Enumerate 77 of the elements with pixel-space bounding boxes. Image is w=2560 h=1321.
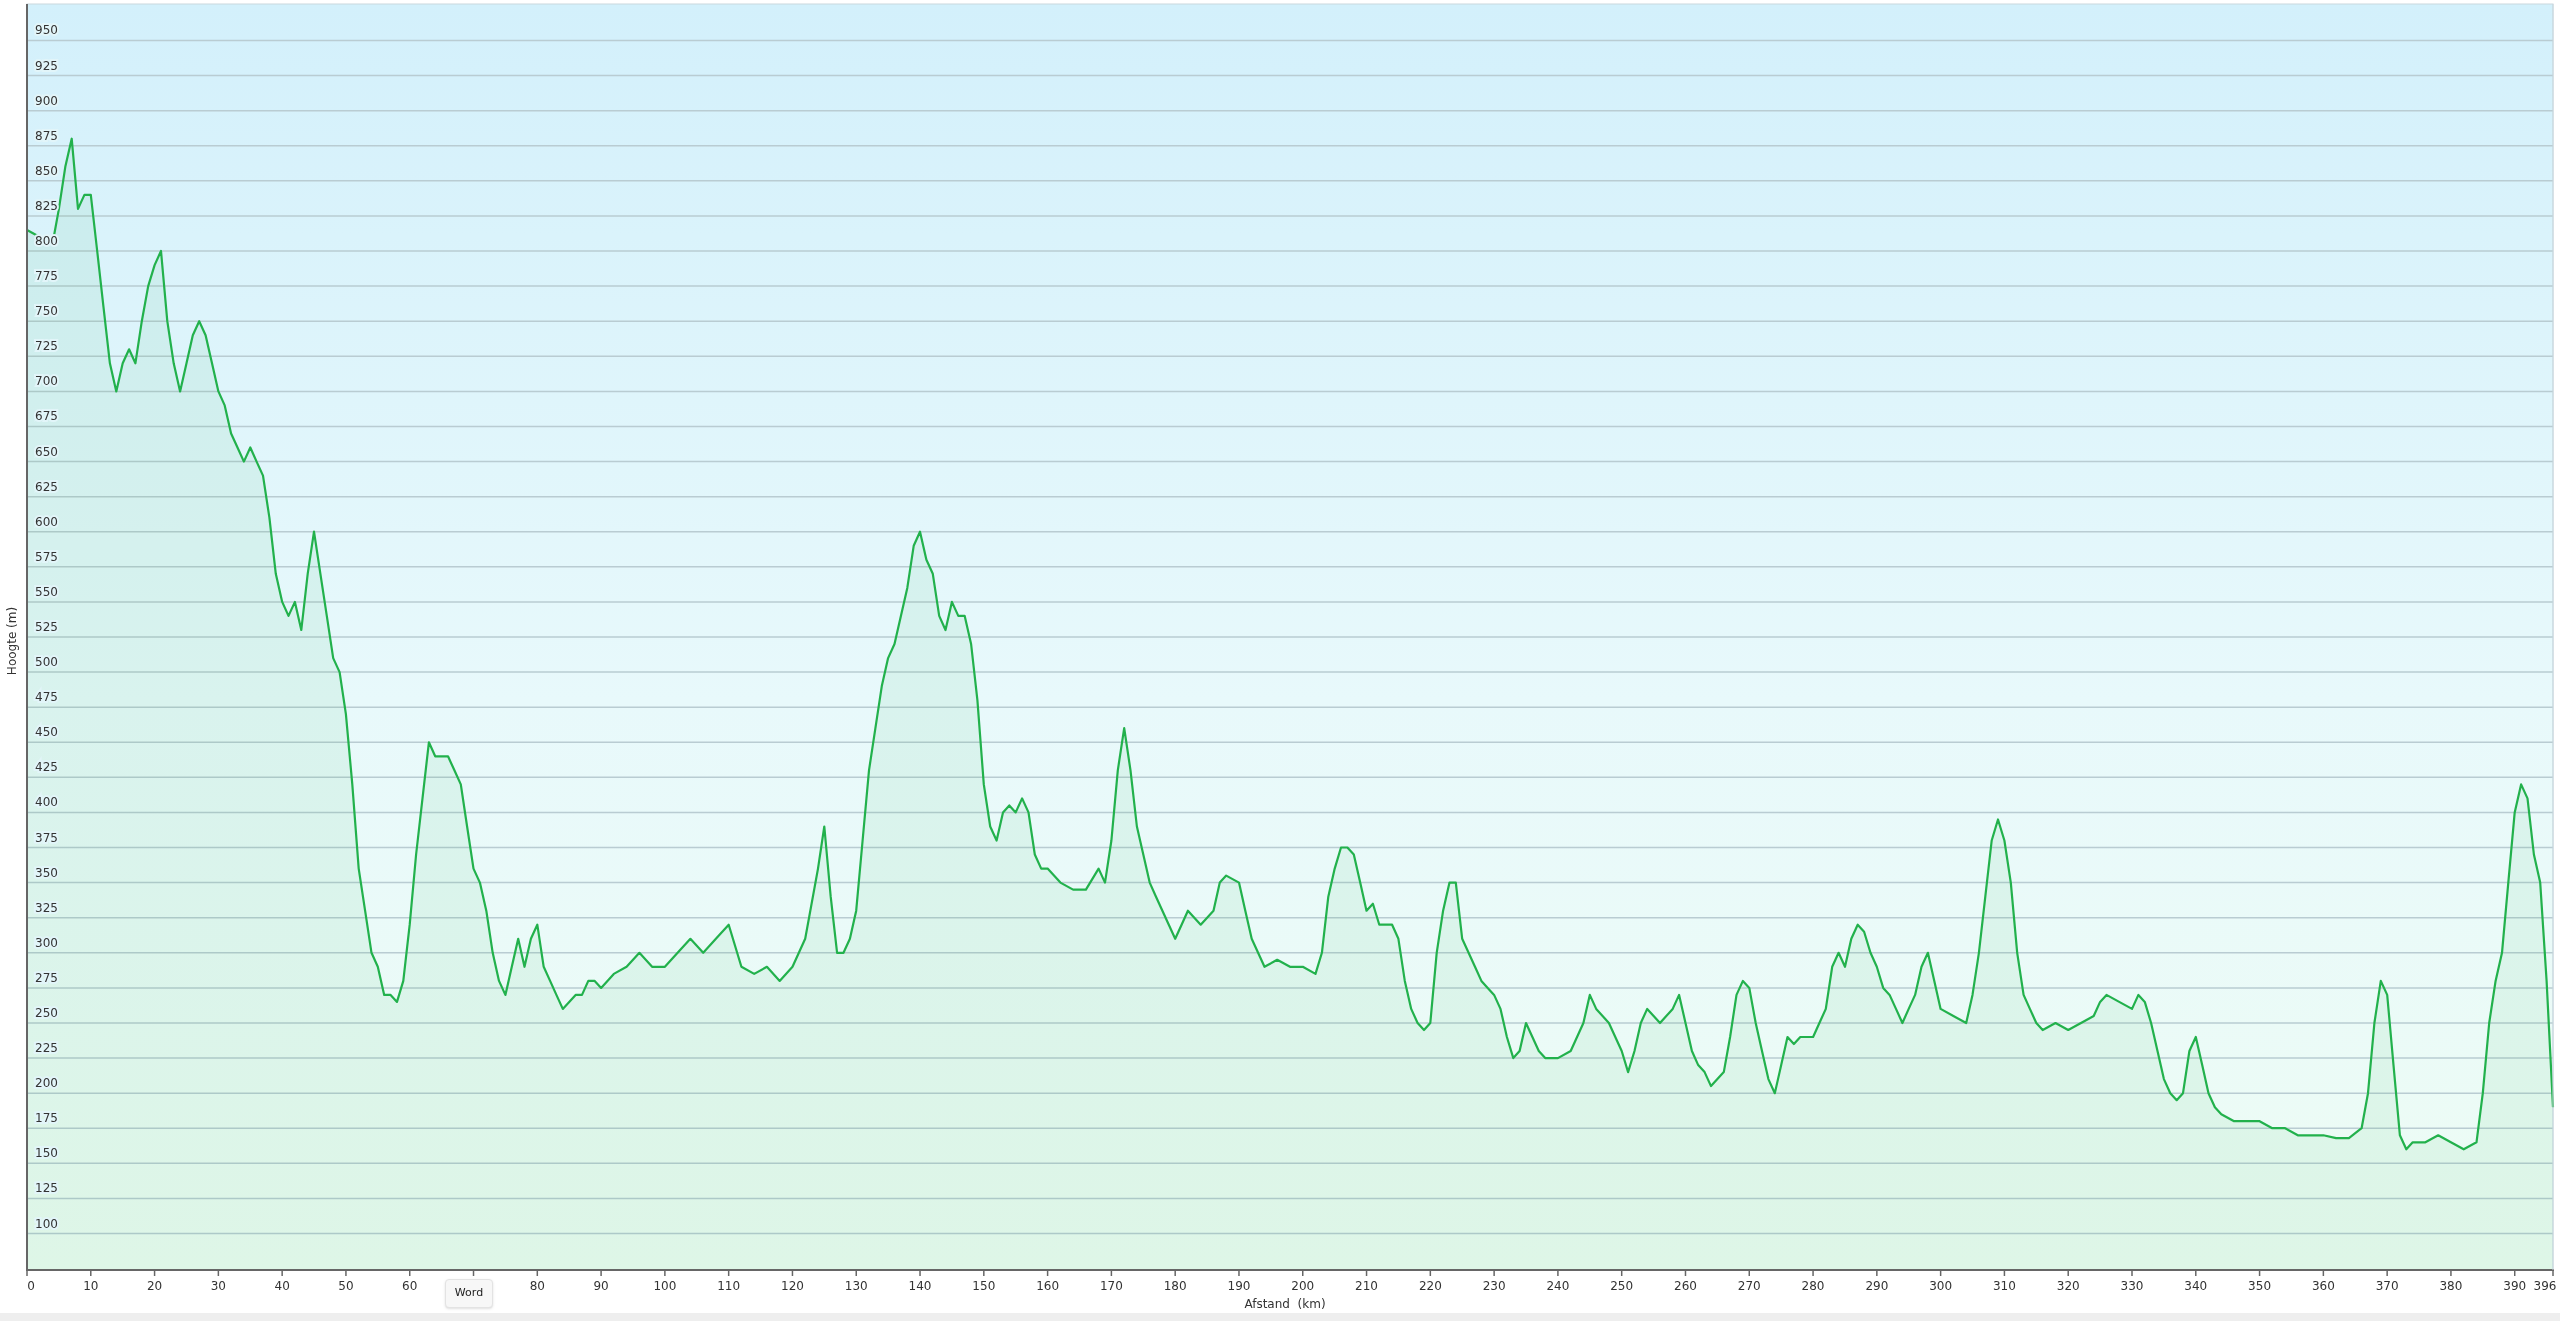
- x-tick-label: 60: [402, 1279, 418, 1293]
- x-tick-label: 330: [2120, 1279, 2144, 1293]
- y-tick-label: 275: [35, 970, 58, 985]
- y-tick-label: 150: [35, 1146, 58, 1161]
- x-tick-label: 210: [1355, 1279, 1378, 1293]
- y-tick-label: 925: [35, 58, 58, 73]
- y-tick-label: 600: [35, 514, 58, 529]
- x-tick-label: 320: [2056, 1279, 2080, 1293]
- x-tick-label: 340: [2184, 1279, 2208, 1293]
- x-tick-label: 0: [27, 1279, 35, 1293]
- x-tick-label: 220: [1418, 1279, 1442, 1293]
- x-tick-label: 150: [972, 1279, 996, 1293]
- y-tick-label: 450: [35, 725, 58, 740]
- x-tick-label: 380: [2439, 1279, 2463, 1293]
- x-tick-label: 310: [1992, 1279, 2016, 1293]
- y-tick-label: 200: [35, 1076, 58, 1091]
- y-tick-label: 525: [35, 620, 58, 634]
- y-tick-label: 175: [35, 1111, 58, 1126]
- x-tick-label: 20: [146, 1279, 163, 1293]
- x-tick-label: 350: [2248, 1279, 2272, 1293]
- x-tick-label: 390: [2503, 1279, 2527, 1293]
- y-tick-label: 100: [35, 1216, 58, 1231]
- y-tick-label: 500: [35, 655, 58, 670]
- y-tick-label: 125: [35, 1181, 58, 1196]
- x-tick-label: 160: [1036, 1279, 1060, 1293]
- x-tick-label: 10: [83, 1279, 99, 1293]
- x-tick-label: 360: [2311, 1279, 2335, 1293]
- x-tick-label: 100: [653, 1279, 677, 1293]
- x-tick-label: 40: [274, 1279, 290, 1293]
- x-tick-label: 250: [1610, 1279, 1634, 1293]
- y-tick-label: 425: [35, 760, 58, 775]
- x-tick-label: 260: [1674, 1279, 1697, 1293]
- y-tick-label: 375: [35, 830, 58, 845]
- y-tick-label: 775: [35, 269, 58, 284]
- x-tick-label: 396: [2533, 1279, 2557, 1293]
- x-axis-title: Afstand (km): [1244, 1297, 1326, 1311]
- y-tick-label: 300: [35, 935, 58, 950]
- x-tick-label: 180: [1163, 1279, 1187, 1293]
- y-tick-label: 700: [35, 374, 58, 389]
- y-tick-label: 750: [35, 304, 58, 319]
- y-tick-label: 575: [35, 549, 58, 564]
- y-tick-label: 625: [35, 479, 58, 494]
- y-tick-label: 400: [35, 795, 58, 810]
- y-tick-label: 350: [35, 865, 58, 880]
- y-tick-label: 675: [35, 409, 58, 424]
- x-tick-label: 280: [1801, 1279, 1825, 1293]
- x-tick-label: 110: [717, 1279, 741, 1293]
- y-tick-label: 325: [35, 900, 58, 915]
- x-tick-label: 300: [1929, 1279, 1953, 1293]
- x-tick-label: 90: [593, 1279, 609, 1293]
- word-button[interactable]: Word: [445, 1279, 493, 1308]
- y-tick-label: 875: [35, 128, 58, 143]
- x-tick-label: 370: [2375, 1279, 2399, 1293]
- x-tick-label: 50: [338, 1279, 354, 1293]
- x-tick-label: 270: [1737, 1279, 1761, 1293]
- x-tick-label: 30: [210, 1279, 226, 1293]
- y-tick-label: 725: [35, 339, 58, 354]
- y-tick-label: 850: [35, 163, 58, 178]
- x-tick-label: 80: [529, 1279, 545, 1293]
- y-axis-title: Hoogte (m): [5, 606, 19, 676]
- x-tick-label: 140: [908, 1279, 932, 1293]
- y-tick-label: 225: [35, 1041, 58, 1056]
- x-tick-label: 200: [1291, 1279, 1315, 1293]
- y-tick-label: 650: [35, 444, 58, 459]
- x-tick-label: 120: [781, 1279, 804, 1293]
- y-tick-label: 250: [35, 1006, 58, 1020]
- y-tick-label: 900: [35, 93, 58, 108]
- y-tick-label: 475: [35, 690, 58, 705]
- x-tick-label: 130: [844, 1279, 868, 1293]
- y-tick-label: 950: [35, 23, 58, 38]
- y-tick-label: 825: [35, 198, 58, 213]
- x-tick-label: 290: [1865, 1279, 1889, 1293]
- x-tick-label: 170: [1099, 1279, 1123, 1293]
- x-tick-label: 230: [1482, 1279, 1506, 1293]
- x-tick-label: 190: [1227, 1279, 1251, 1293]
- x-tick-label: 240: [1546, 1279, 1570, 1293]
- y-tick-label: 550: [35, 584, 58, 599]
